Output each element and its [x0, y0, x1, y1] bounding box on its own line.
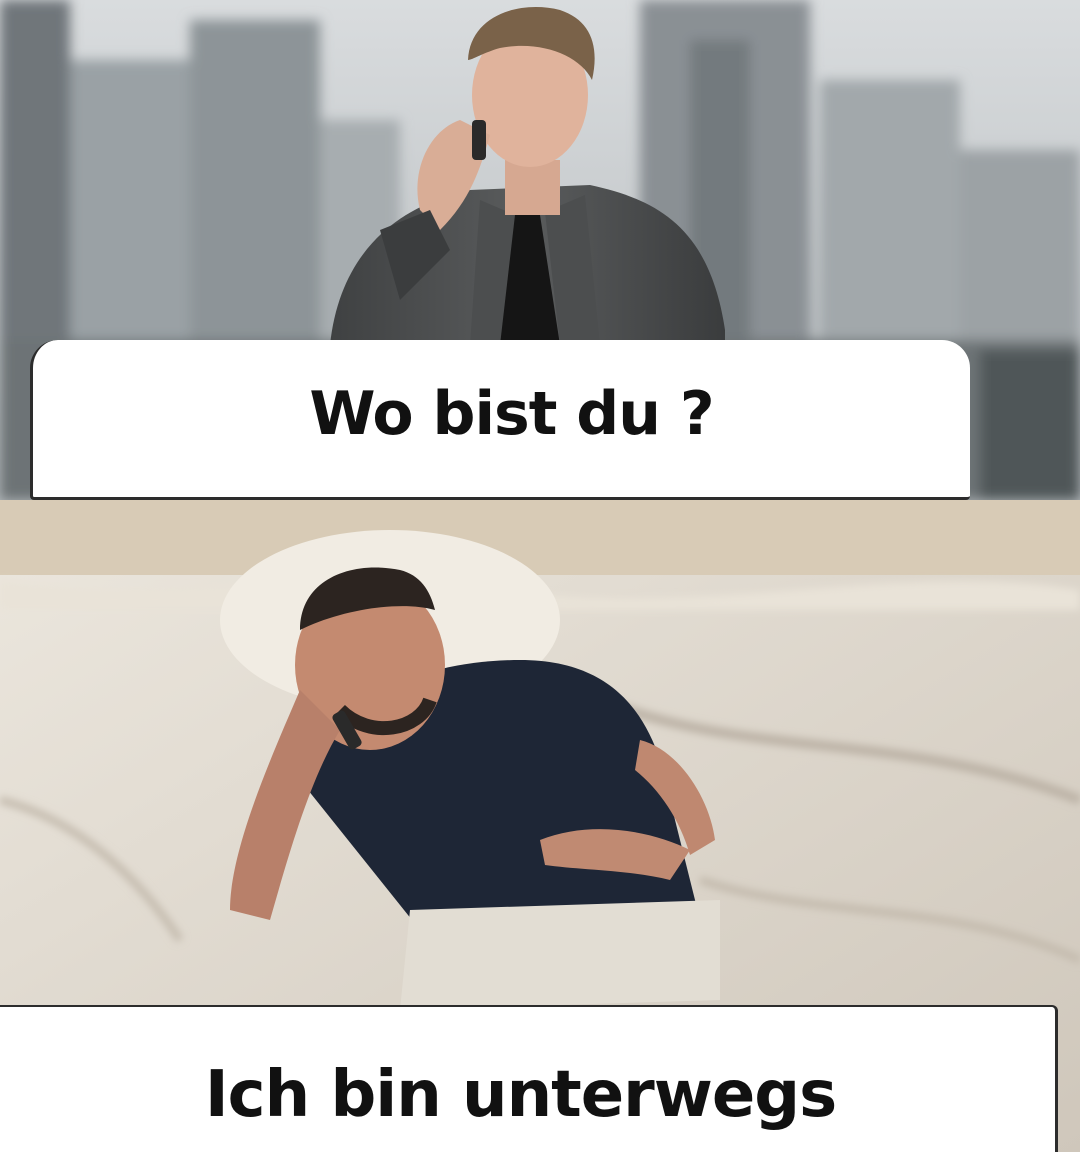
- top-caption-box: Wo bist du ?: [30, 340, 970, 500]
- bottom-caption-box: Ich bin unterwegs: [0, 1005, 1058, 1152]
- top-caption: Wo bist du ?: [309, 379, 714, 449]
- bottom-caption: Ich bin unterwegs: [204, 1058, 837, 1132]
- meme-image: Wo bist du ? Ich bin unterwegs: [0, 0, 1080, 1152]
